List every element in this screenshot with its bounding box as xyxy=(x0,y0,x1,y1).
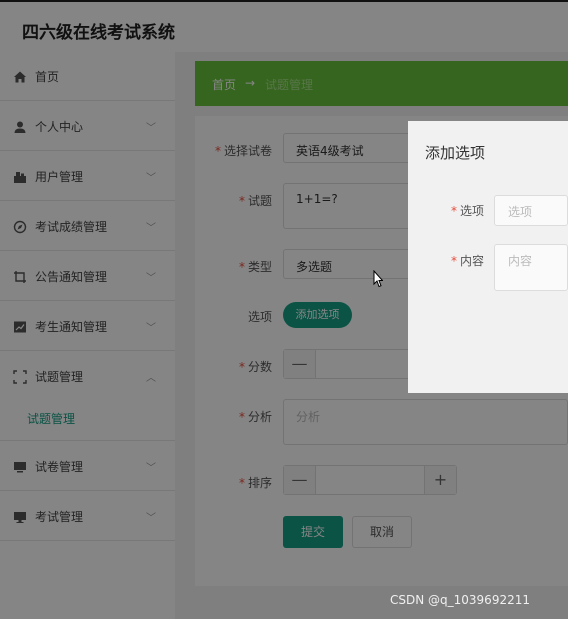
watermark: CSDN @q_1039692211 xyxy=(390,593,530,607)
add-option-dialog: 添加选项 * 选项 选项 * 内容 内容 xyxy=(408,121,568,393)
content-textarea[interactable]: 内容 xyxy=(494,244,568,291)
mouse-cursor-icon xyxy=(373,270,383,288)
option-input[interactable]: 选项 xyxy=(494,195,568,226)
content-label: * 内容 xyxy=(451,254,485,268)
option-label: * 选项 xyxy=(451,204,485,218)
dialog-title: 添加选项 xyxy=(425,144,486,162)
